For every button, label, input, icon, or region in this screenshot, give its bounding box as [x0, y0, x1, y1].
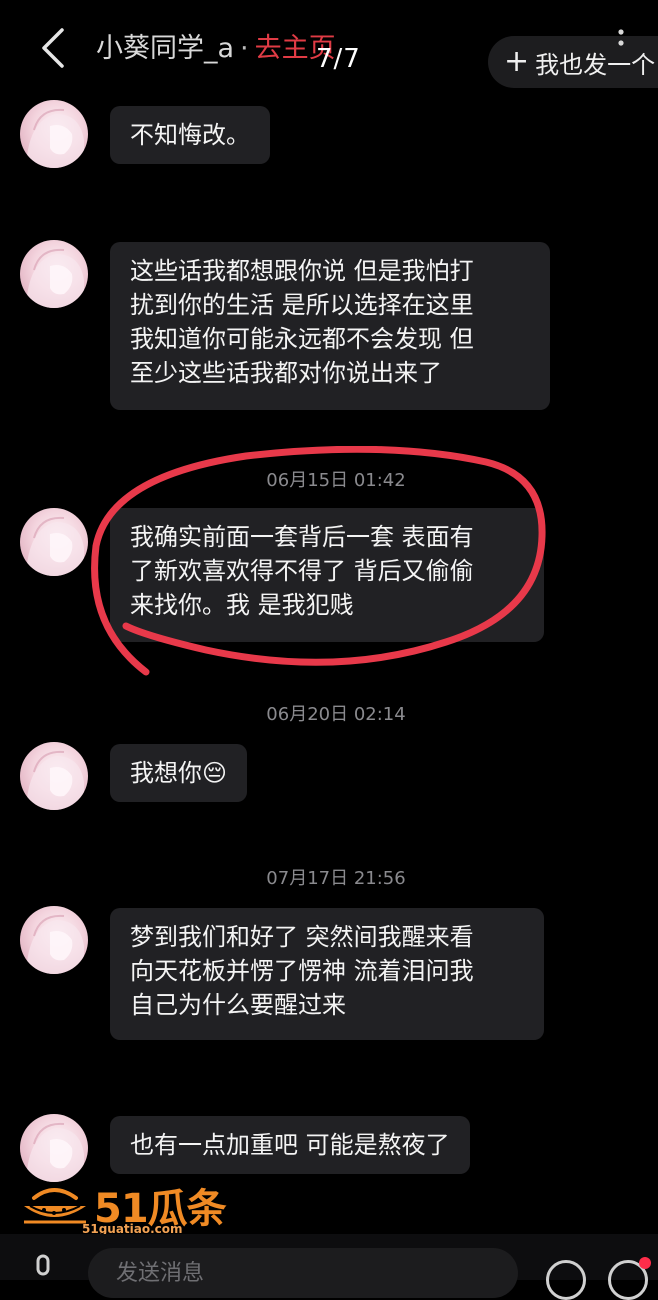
avatar[interactable] — [20, 906, 88, 974]
post-one-label: 我也发一个 — [535, 50, 656, 79]
avatar[interactable] — [20, 508, 88, 576]
microphone-icon[interactable] — [30, 1254, 56, 1280]
message-bubble[interactable]: 我想你😔 — [110, 744, 248, 802]
watermark: 51瓜条 51guatiao.com — [20, 1176, 230, 1238]
page-counter: 7/7 — [316, 44, 361, 74]
message-bubble[interactable]: 这些话我都想跟你说 但是我怕打 扰到你的生活 是所以选择在这里 我知道你可能永远… — [110, 242, 550, 410]
message-text: 我想你 — [130, 759, 202, 787]
emoji-icon[interactable] — [546, 1260, 586, 1300]
chat-title: 小葵同学_a · 去主页 — [96, 26, 336, 65]
timestamp: 06月20日 02:14 — [266, 704, 406, 725]
message-bubble[interactable]: 也有一点加重吧 可能是熬夜了 — [110, 1116, 470, 1174]
avatar[interactable] — [20, 1114, 88, 1182]
pensive-face-emoji: 😔 — [202, 759, 228, 787]
message-bubble[interactable]: 不知悔改。 — [110, 106, 270, 164]
message-input[interactable] — [88, 1248, 518, 1298]
vertical-dots-icon[interactable] — [614, 28, 628, 58]
timestamp: 07月17日 21:56 — [266, 868, 406, 889]
plus-icon: + — [504, 44, 530, 79]
plus-icon[interactable] — [608, 1257, 651, 1300]
avatar[interactable] — [20, 742, 88, 810]
notification-dot — [639, 1257, 651, 1269]
avatar[interactable] — [20, 240, 88, 308]
message-bubble[interactable]: 梦到我们和好了 突然间我醒来看 向天花板并愣了愣神 流着泪问我 自己为什么要醒过… — [110, 908, 544, 1040]
title-separator: · — [240, 33, 249, 64]
avatar[interactable] — [20, 100, 88, 168]
message-bubble[interactable]: 我确实前面一套背后一套 表面有 了新欢喜欢得不得了 背后又偷偷 来找你。我 是我… — [110, 508, 544, 642]
post-one-button[interactable]: + 我也发一个 — [488, 36, 658, 88]
username[interactable]: 小葵同学_a — [96, 33, 234, 64]
chevron-left-icon[interactable] — [36, 26, 76, 70]
timestamp: 06月15日 01:42 — [266, 470, 406, 491]
chat-header: 小葵同学_a · 去主页 7/7 + 我也发一个 — [0, 0, 658, 96]
watermelon-logo-icon — [24, 1188, 86, 1224]
